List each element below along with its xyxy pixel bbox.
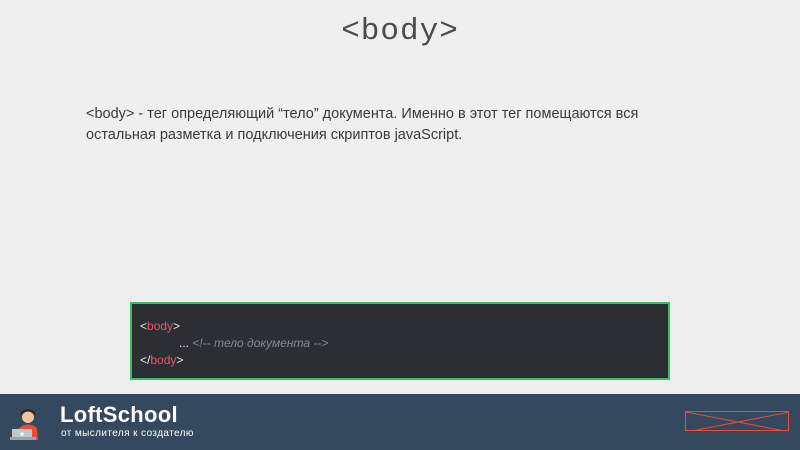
code-line-open-body: <body> — [140, 319, 180, 333]
brand-name: LoftSchool — [60, 402, 178, 427]
slide-title: <body> — [341, 14, 459, 49]
code-ellipsis: ... — [179, 336, 193, 350]
footer-bar: LoftSchool от мыслителя к создателю — [0, 394, 800, 450]
crossed-box-icon — [686, 412, 788, 430]
code-bracket: </ — [140, 353, 151, 367]
code-line-close-body: </body> — [140, 353, 183, 367]
code-comment: <!-- тело документа --> — [192, 336, 329, 350]
code-tag: body — [150, 353, 177, 367]
code-block: <body> ... <!-- тело документа --> </bod… — [130, 302, 670, 380]
code-bracket: > — [173, 319, 181, 333]
code-line-comment: ... <!-- тело документа --> — [179, 336, 328, 350]
developer-at-laptop-icon — [10, 404, 50, 440]
code-bracket: < — [140, 319, 148, 333]
code-bracket: > — [176, 353, 184, 367]
nav-button[interactable] — [685, 411, 789, 431]
slide-description: <body> - тег определяющий “тело” докумен… — [86, 106, 639, 143]
brand-tagline: от мыслителя к создателю — [61, 428, 194, 439]
code-tag: body — [147, 319, 174, 333]
